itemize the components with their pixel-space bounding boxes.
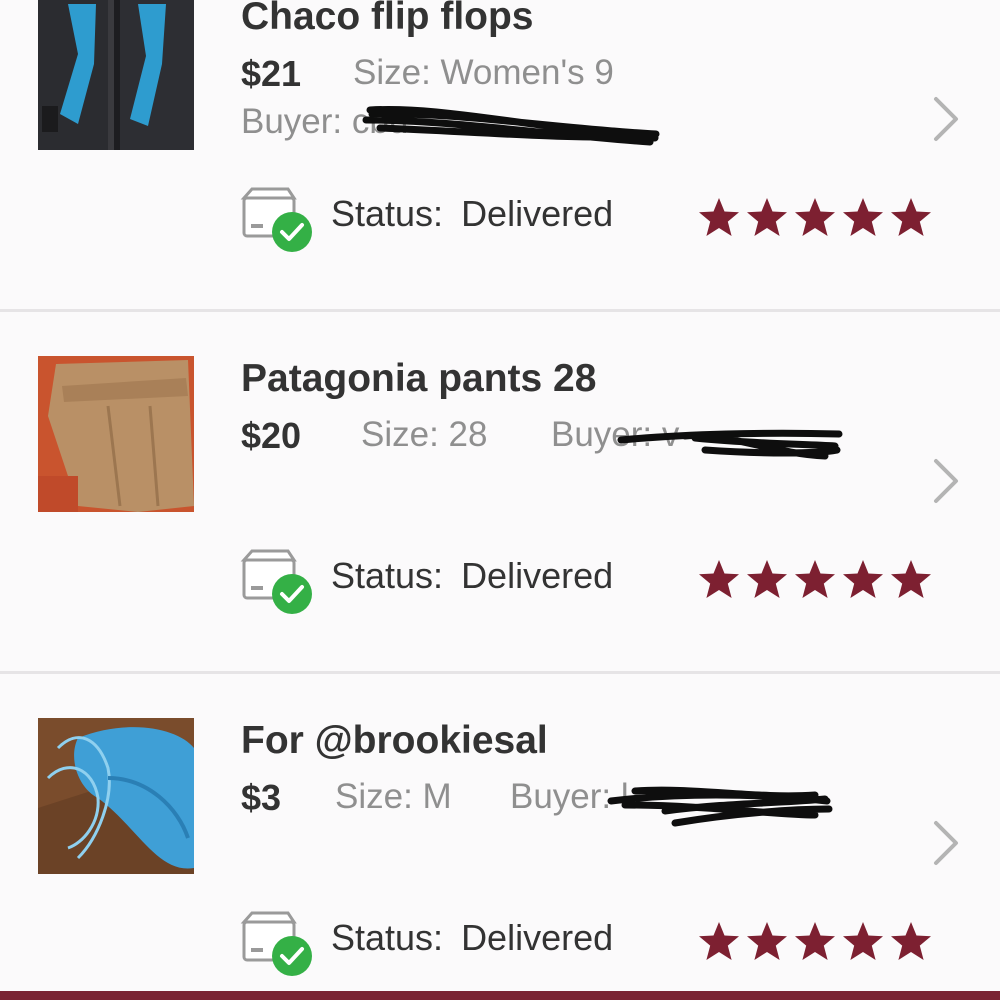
rating-stars (697, 920, 933, 962)
rating-stars (697, 196, 933, 238)
status-value: Delivered (461, 555, 614, 596)
item-thumbnail (38, 0, 194, 150)
item-size: Size: Women's 9 (353, 53, 614, 92)
star-icon (697, 196, 741, 238)
star-icon (745, 196, 789, 238)
chevron-right-icon[interactable] (930, 95, 962, 143)
order-status: Status: Delivered (331, 193, 613, 235)
package-delivered-icon (240, 549, 312, 614)
star-icon (841, 920, 885, 962)
item-title: For @brookiesal (241, 719, 548, 762)
item-title: Patagonia pants 28 (241, 357, 597, 400)
star-icon (889, 558, 933, 600)
item-thumbnail (38, 718, 194, 874)
star-icon (697, 558, 741, 600)
status-label: Status: (331, 193, 444, 234)
buyer-name: Buyer: l (510, 777, 629, 816)
star-icon (793, 920, 837, 962)
item-title: Chaco flip flops (241, 0, 534, 38)
status-value: Delivered (461, 193, 614, 234)
star-icon (745, 558, 789, 600)
order-row[interactable]: Chaco flip flops $21 Size: Women's 9 Buy… (0, 0, 1000, 310)
star-icon (841, 558, 885, 600)
star-icon (841, 196, 885, 238)
order-row[interactable]: Patagonia pants 28 $20 Size: 28 Buyer: v… (0, 312, 1000, 672)
item-price: $3 (241, 777, 282, 818)
item-size: Size: M (335, 777, 452, 816)
item-size: Size: 28 (361, 415, 488, 454)
buyer-name: Buyer: cbu (241, 102, 409, 141)
status-label: Status: (331, 555, 444, 596)
star-icon (793, 196, 837, 238)
star-icon (745, 920, 789, 962)
star-icon (889, 920, 933, 962)
bottom-nav-bar (0, 991, 1000, 1000)
chevron-right-icon[interactable] (930, 819, 962, 867)
item-price: $20 (241, 415, 302, 456)
item-price: $21 (241, 53, 302, 94)
star-icon (697, 920, 741, 962)
package-delivered-icon (240, 911, 312, 976)
status-value: Delivered (461, 917, 614, 958)
redaction-scribble (607, 786, 833, 827)
package-delivered-icon (240, 187, 312, 252)
star-icon (889, 196, 933, 238)
order-status: Status: Delivered (331, 917, 613, 959)
order-status: Status: Delivered (331, 555, 613, 597)
buyer-name: Buyer: v (551, 415, 680, 454)
item-thumbnail (38, 356, 194, 512)
status-label: Status: (331, 917, 444, 958)
order-row[interactable]: For @brookiesal $3 Size: M Buyer: l Stat… (0, 674, 1000, 991)
star-icon (793, 558, 837, 600)
chevron-right-icon[interactable] (930, 457, 962, 505)
rating-stars (697, 558, 933, 600)
